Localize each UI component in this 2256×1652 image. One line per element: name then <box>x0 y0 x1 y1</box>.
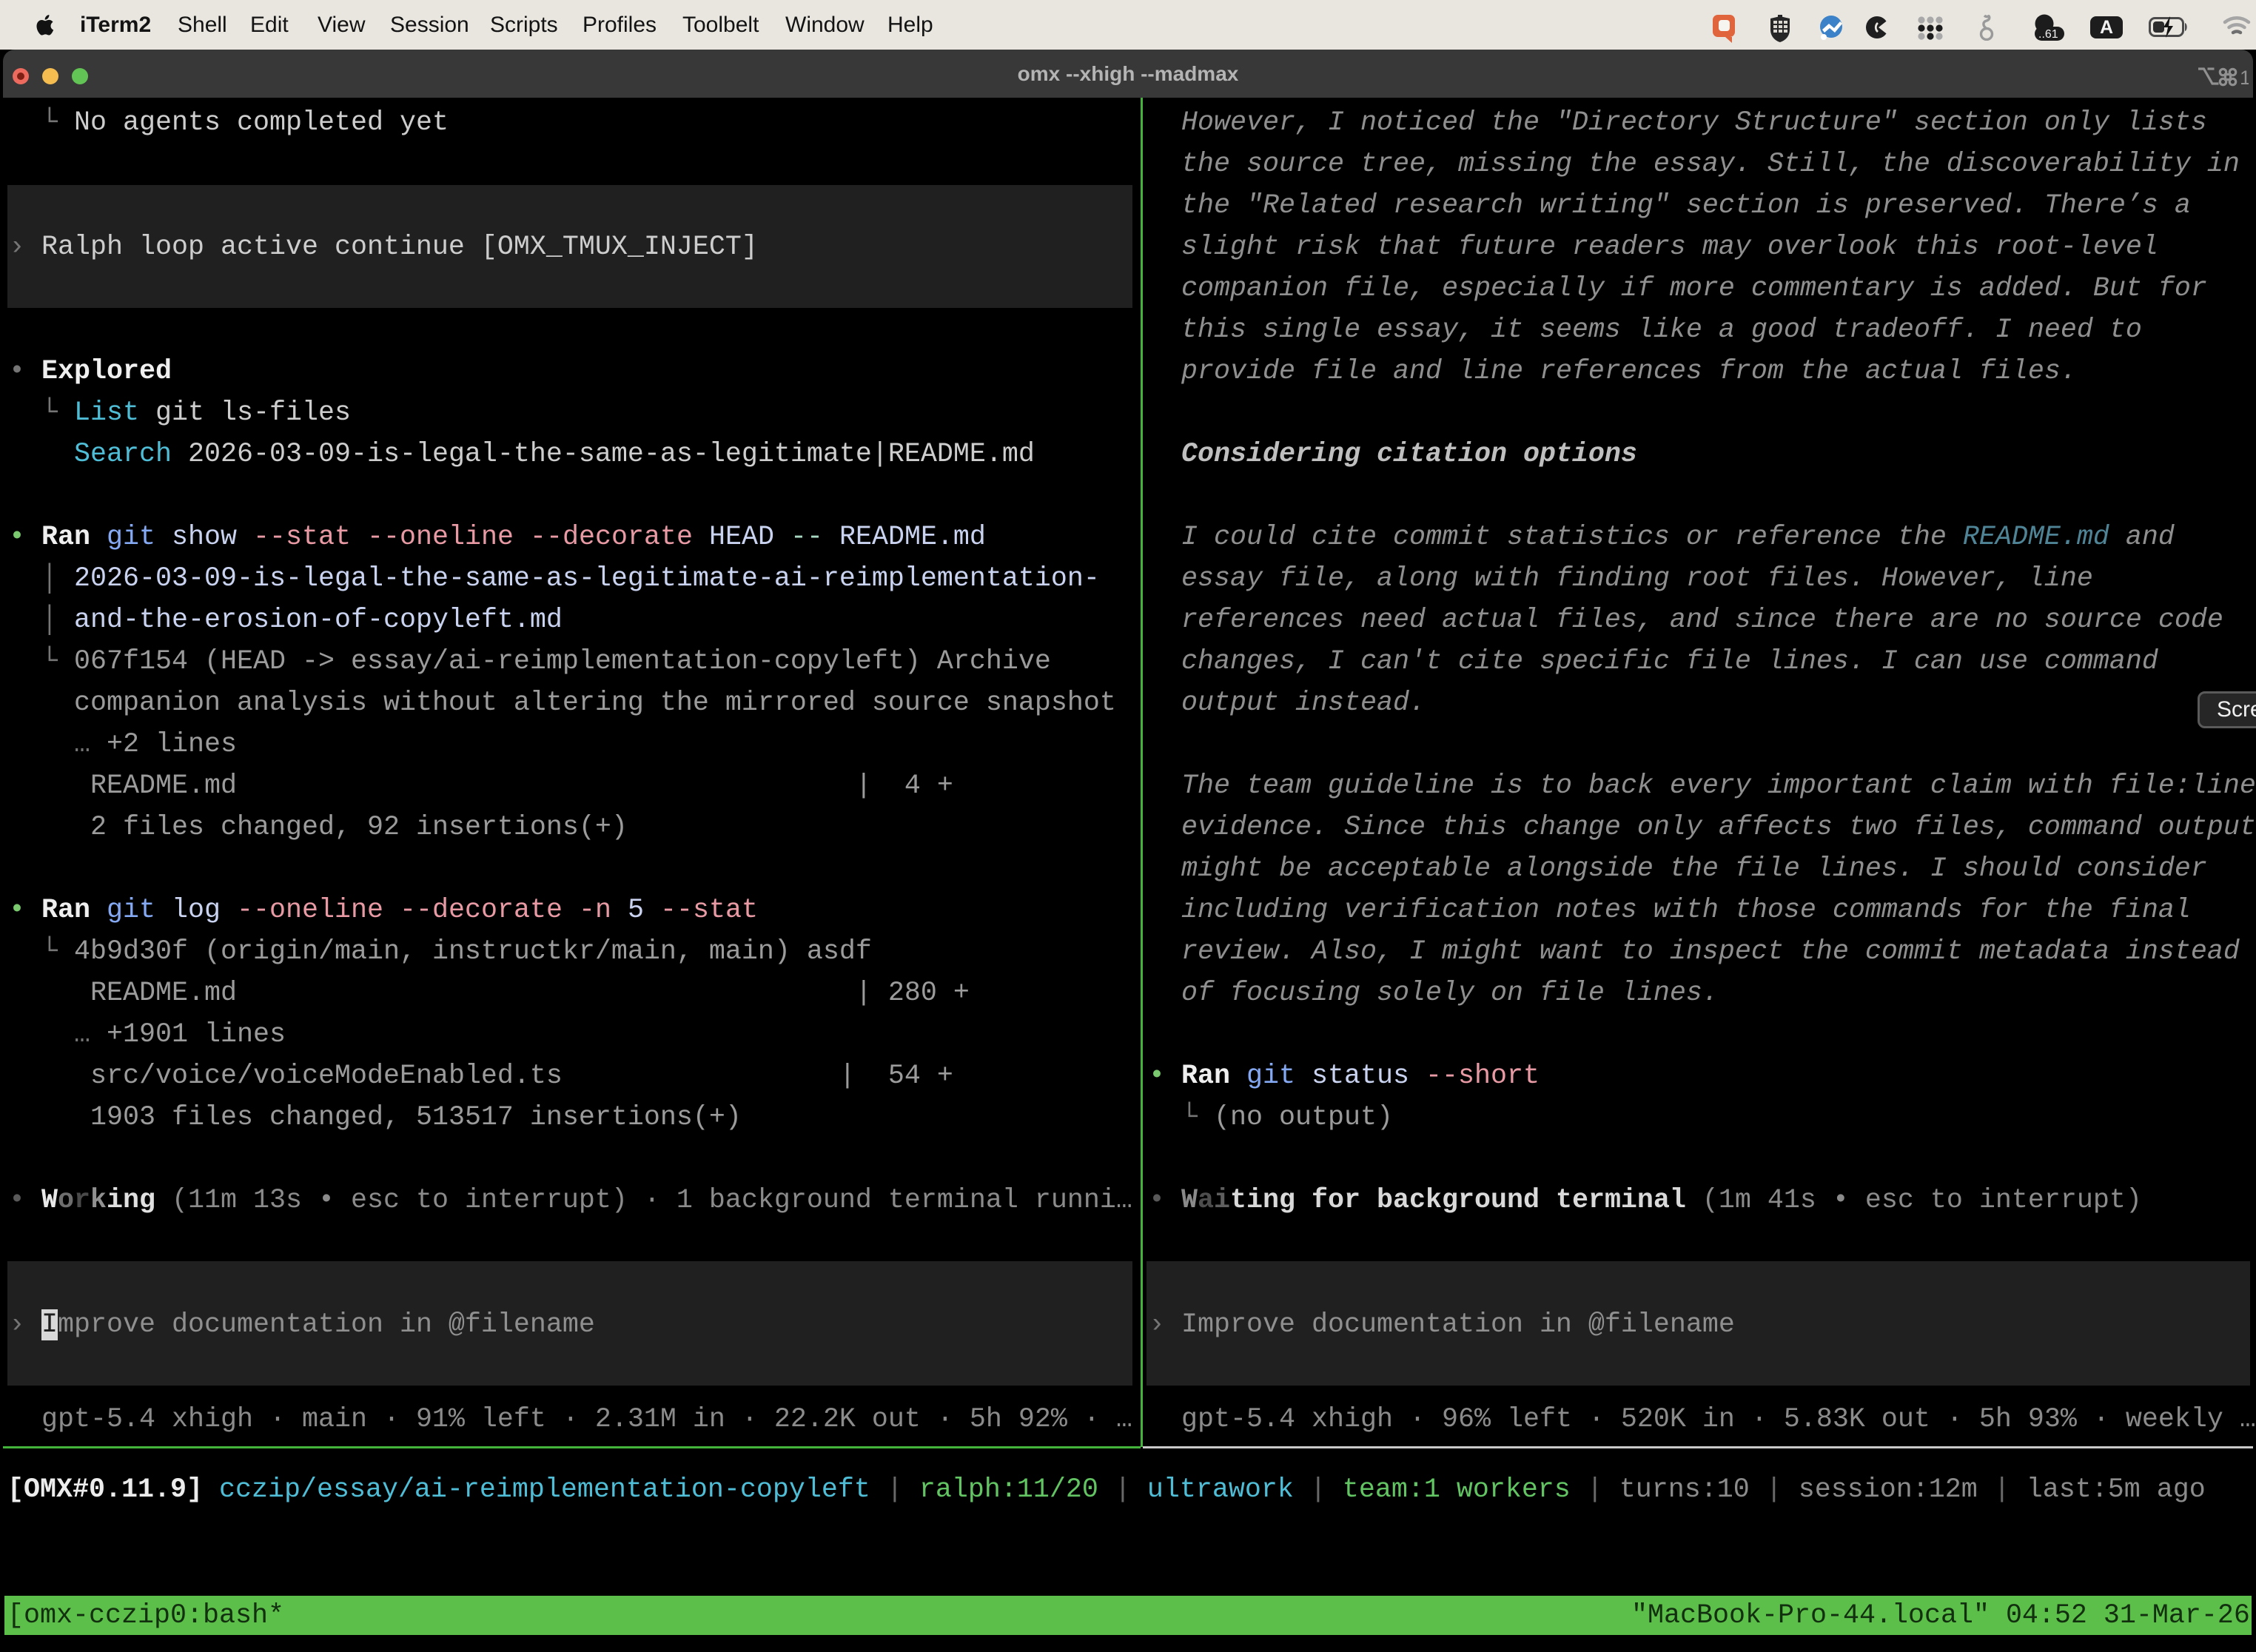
svg-text:..61: ..61 <box>2038 28 2058 41</box>
svg-text:1: 1 <box>2240 67 2249 89</box>
